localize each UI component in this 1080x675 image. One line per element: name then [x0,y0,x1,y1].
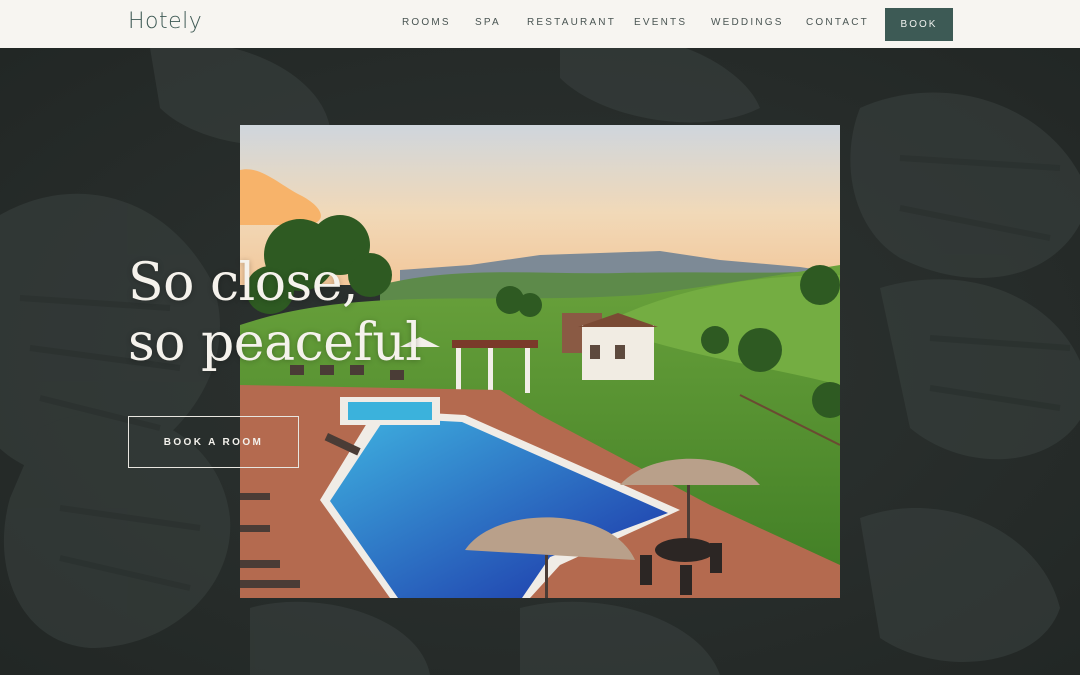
nav-events[interactable]: EVENTS [634,17,687,28]
headline-line-1: So close, [128,253,359,313]
nav-weddings[interactable]: WEDDINGS [711,17,784,28]
nav-contact[interactable]: CONTACT [806,17,869,28]
headline-line-2: so peaceful [128,313,422,373]
nav-rooms[interactable]: ROOMS [402,17,451,28]
nav-spa[interactable]: SPA [475,17,501,28]
site-header: Hotely ROOMS SPA RESTAURANT EVENTS WEDDI… [0,0,1080,48]
hero-headline: So close, so peaceful [128,253,422,373]
book-a-room-button[interactable]: BOOK A ROOM [128,416,299,468]
book-button[interactable]: BOOK [885,8,953,41]
hero-section: So close, so peaceful BOOK A ROOM [0,48,1080,675]
nav-restaurant[interactable]: RESTAURANT [527,17,616,28]
